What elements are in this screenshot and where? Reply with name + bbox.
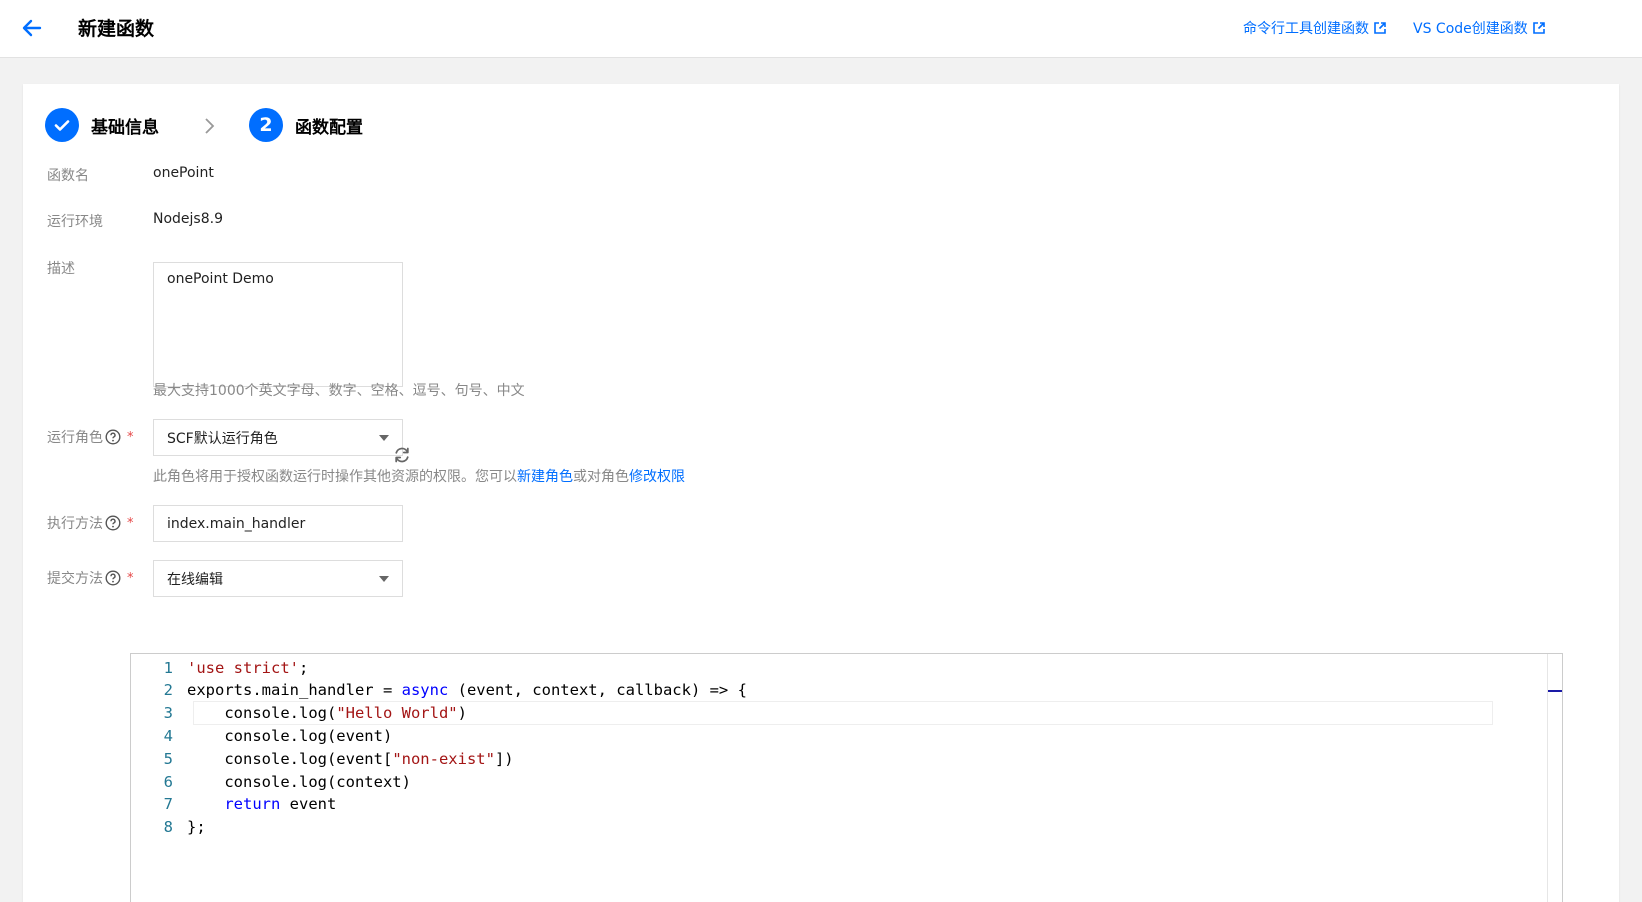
external-link-icon	[1532, 22, 1545, 34]
line-number: 1	[163, 658, 173, 677]
submit-method-label: 提交方法 *	[47, 568, 134, 588]
step-function-config: 2 函数配置	[249, 108, 363, 142]
cli-create-link[interactable]: 命令行工具创建函数	[1243, 18, 1386, 38]
handler-label-text: 执行方法	[47, 516, 103, 532]
code-line[interactable]: 1 'use strict';	[131, 656, 1562, 679]
cli-create-link-label: 命令行工具创建函数	[1243, 21, 1369, 37]
line-number: 5	[163, 749, 173, 768]
code-token: event	[280, 795, 337, 814]
code-token: ])	[494, 749, 514, 768]
code-text: console.log("Hello World")	[187, 704, 467, 722]
code-line[interactable]: 4 console.log(event)	[131, 724, 1562, 747]
create-role-link[interactable]: 新建角色	[517, 469, 573, 485]
code-text: };	[187, 818, 206, 836]
question-circle-icon[interactable]	[105, 515, 121, 531]
description-textarea[interactable]: onePoint Demo	[153, 262, 403, 387]
handler-input[interactable]: index.main_handler	[153, 505, 403, 542]
step-number: 2	[249, 108, 283, 142]
step-basic-info: 基础信息	[45, 108, 159, 142]
role-hint-text: 此角色将用于授权函数运行时操作其他资源的权限。您可以	[153, 469, 517, 485]
step-label: 基础信息	[91, 117, 159, 138]
modify-permission-link[interactable]: 修改权限	[629, 469, 685, 485]
code-text: console.log(event)	[187, 727, 392, 745]
function-name-value: onePoint	[153, 165, 214, 181]
chevron-right-icon	[205, 118, 215, 134]
code-string: "Hello World"	[336, 704, 458, 723]
line-number: 2	[163, 681, 173, 700]
code-line[interactable]: 8};	[131, 816, 1562, 839]
required-mark: *	[127, 515, 134, 531]
code-line[interactable]: 7 return event	[131, 793, 1562, 816]
handler-label: 执行方法 *	[47, 513, 134, 533]
line-number: 4	[163, 726, 173, 745]
code-text: console.log(context)	[187, 773, 411, 791]
code-token: console.log(event)	[187, 726, 393, 745]
code-line[interactable]: 6 console.log(context)	[131, 770, 1562, 793]
line-number: 7	[163, 795, 173, 814]
role-hint: 此角色将用于授权函数运行时操作其他资源的权限。您可以新建角色或对角色修改权限	[153, 466, 685, 486]
description-label: 描述	[47, 261, 75, 277]
code-text: exports.main_handler = async (event, con…	[187, 681, 747, 699]
code-line[interactable]: 5 console.log(event["non-exist"])	[131, 747, 1562, 770]
code-keyword: async	[401, 681, 449, 700]
required-mark: *	[127, 570, 134, 586]
code-token: };	[187, 818, 206, 837]
refresh-icon[interactable]	[392, 445, 412, 465]
line-number: 8	[163, 818, 173, 837]
role-hint-middle: 或对角色	[573, 469, 629, 485]
submit-method-label-text: 提交方法	[47, 571, 103, 587]
back-arrow-icon[interactable]	[20, 16, 44, 40]
caret-down-icon	[379, 575, 389, 582]
step-label: 函数配置	[295, 117, 363, 138]
role-select[interactable]: SCF默认运行角色	[153, 419, 403, 456]
code-keyword: return	[224, 795, 281, 814]
runtime-label: 运行环境	[47, 214, 103, 230]
external-link-icon	[1374, 22, 1386, 34]
code-string: 'use strict'	[187, 658, 299, 677]
code-token: exports.main_handler =	[187, 681, 402, 700]
line-number: 6	[163, 772, 173, 791]
function-name-label: 函数名	[47, 168, 89, 184]
required-mark: *	[127, 429, 134, 445]
code-string: "non-exist"	[392, 749, 495, 768]
top-bar: 新建函数 命令行工具创建函数 VS Code创建函数	[0, 0, 1642, 58]
description-hint: 最大支持1000个英文字母、数字、空格、逗号、句号、中文	[153, 383, 525, 399]
role-label: 运行角色 *	[47, 427, 134, 447]
caret-down-icon	[379, 434, 389, 441]
submit-method-select[interactable]: 在线编辑	[153, 560, 403, 597]
code-text: return event	[187, 795, 336, 813]
code-token: (event, context, callback) => {	[448, 681, 747, 700]
code-line[interactable]: 3 console.log("Hello World")	[131, 702, 1562, 725]
vscode-create-link-label: VS Code创建函数	[1413, 21, 1528, 37]
code-text: console.log(event["non-exist"])	[187, 749, 514, 768]
code-token: console.log(event[	[187, 749, 393, 768]
role-select-value: SCF默认运行角色	[167, 430, 278, 447]
question-circle-icon[interactable]	[105, 570, 121, 586]
code-line[interactable]: 2 exports.main_handler = async (event, co…	[131, 679, 1562, 702]
question-circle-icon[interactable]	[105, 429, 121, 445]
code-token: ;	[298, 658, 309, 677]
vscode-create-link[interactable]: VS Code创建函数	[1413, 18, 1545, 38]
line-number: 3	[163, 704, 173, 723]
step-done-circle	[45, 108, 79, 142]
page-title: 新建函数	[78, 18, 155, 40]
submit-method-value: 在线编辑	[167, 571, 223, 588]
runtime-value: Nodejs8.9	[153, 211, 223, 227]
code-text: 'use strict';	[187, 659, 308, 677]
code-editor[interactable]: 1 'use strict'; 2 exports.main_handler = as…	[130, 653, 1563, 902]
code-token: console.log(context)	[187, 772, 411, 791]
role-label-text: 运行角色	[47, 430, 103, 446]
code-token: console.log(	[187, 704, 337, 723]
code-token: )	[457, 704, 467, 723]
check-icon	[54, 120, 70, 131]
